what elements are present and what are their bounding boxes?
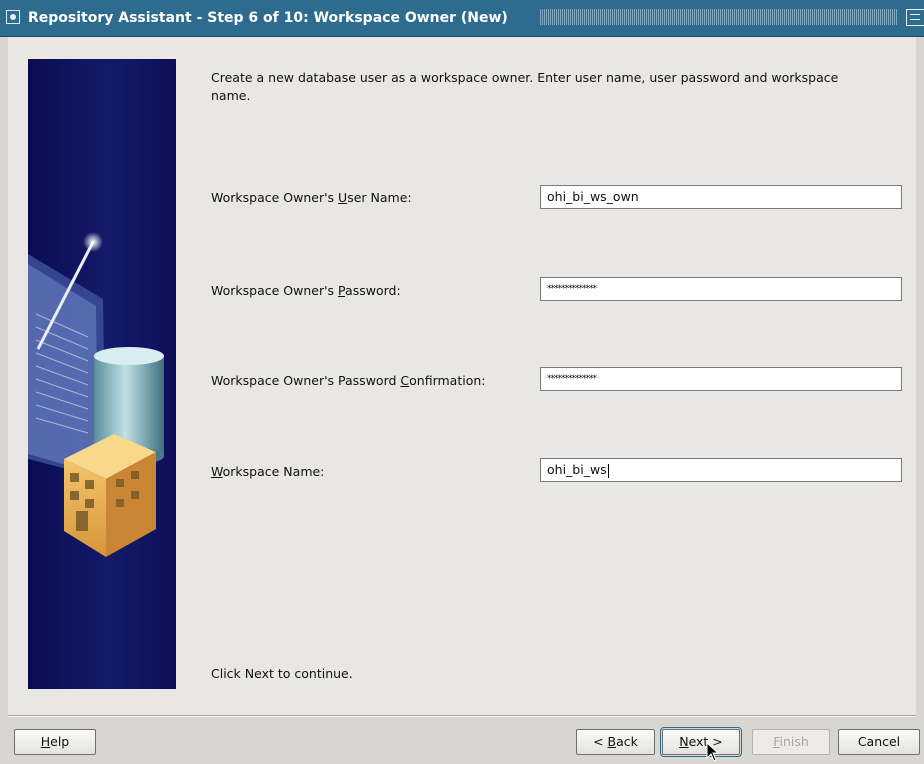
cancel-button[interactable]: Cancel	[838, 729, 920, 755]
window-menu-icon[interactable]	[6, 10, 20, 24]
text-caret	[607, 463, 609, 478]
password-input[interactable]: **************	[540, 277, 902, 301]
help-button[interactable]: Help	[14, 729, 96, 755]
title-bar-grip	[540, 9, 898, 25]
window-title: Repository Assistant - Step 6 of 10: Wor…	[28, 10, 508, 26]
wizard-illustration-image	[28, 232, 164, 557]
next-button[interactable]: Next >	[660, 727, 742, 757]
user-name-label: Workspace Owner's User Name:	[211, 190, 412, 205]
footer-instruction: Click Next to continue.	[211, 666, 353, 681]
workspace-name-label: Workspace Name:	[211, 464, 325, 479]
password-confirmation-input[interactable]: **************	[540, 367, 902, 391]
mouse-pointer-icon	[706, 742, 720, 762]
finish-button[interactable]: Finish	[752, 729, 830, 755]
title-bar[interactable]: Repository Assistant - Step 6 of 10: Wor…	[0, 0, 924, 37]
wizard-illustration-panel	[28, 59, 176, 689]
button-separator	[8, 715, 916, 717]
user-name-input[interactable]: ohi_bi_ws_own	[540, 185, 902, 209]
maximize-icon[interactable]	[906, 9, 924, 26]
password-label: Workspace Owner's Password:	[211, 283, 401, 298]
back-button[interactable]: < Back	[576, 729, 655, 755]
password-confirmation-label: Workspace Owner's Password Confirmation:	[211, 373, 486, 388]
intro-text: Create a new database user as a workspac…	[211, 70, 839, 103]
workspace-name-input[interactable]: ohi_bi_ws	[540, 458, 902, 482]
